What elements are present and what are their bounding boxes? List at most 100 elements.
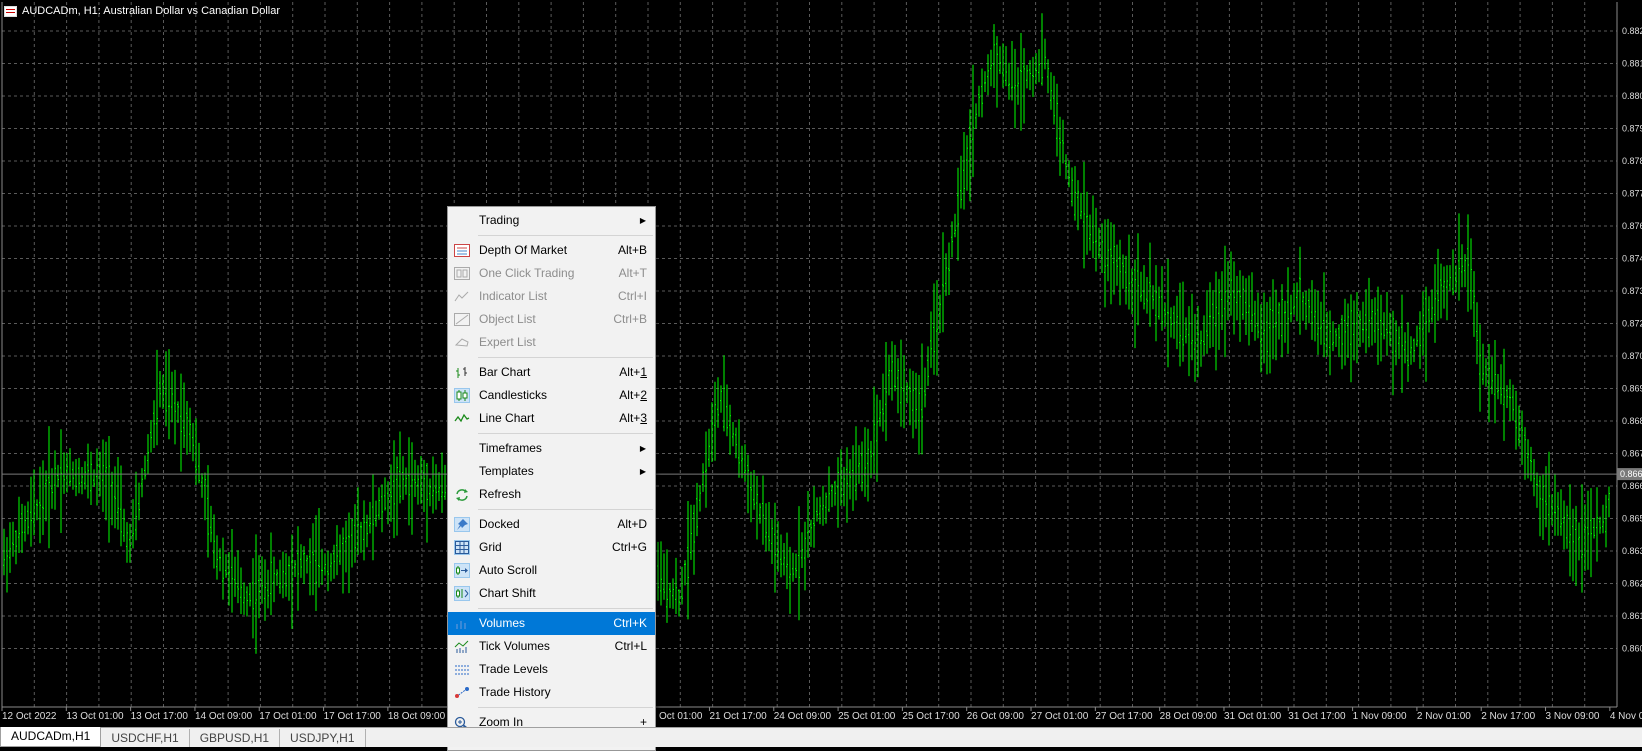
menu-item-indicator-list[interactable]: Indicator List Ctrl+I [448,285,655,308]
trade-history-icon [454,685,470,700]
grid-icon [454,540,470,555]
price-axis-label: 0.874 [1622,254,1642,264]
menu-item-refresh[interactable]: Refresh [448,483,655,506]
time-axis-label: 12 Oct 2022 [2,711,57,722]
tab-gbpusd-h1[interactable]: GBPUSD,H1 [190,729,281,747]
time-axis-label: 24 Oct 09:00 [774,711,832,722]
price-axis-label: 0.860 [1622,644,1642,654]
time-axis-label: 4 Nov 01:00 [1610,711,1642,722]
time-axis-label: 31 Oct 17:00 [1288,711,1346,722]
refresh-icon [454,487,470,502]
current-price-label: 0.866 [1620,469,1642,479]
menu-separator [478,357,653,358]
chart-context-menu: Trading ▶ Depth Of Market Alt+B One Clic… [447,206,656,751]
menu-item-depth-of-market[interactable]: Depth Of Market Alt+B [448,239,655,262]
price-axis-label: 0.881 [1622,59,1642,69]
price-axis-label: 0.878 [1622,156,1642,166]
menu-item-one-click-trading[interactable]: One Click Trading Alt+T [448,262,655,285]
price-axis-label: 0.865 [1622,514,1642,524]
menu-item-trading[interactable]: Trading ▶ [448,209,655,232]
pin-icon [454,517,470,532]
chart-area[interactable]: 0.882 0.881 0.880 0.879 0.878 0.877 0.876 0.874… [0,0,1642,727]
submenu-arrow-icon: ▶ [639,216,646,225]
menu-separator [478,509,653,510]
time-axis-label: 28 Oct 09:00 [1160,711,1218,722]
time-axis-label: 31 Oct 01:00 [1224,711,1282,722]
menu-item-volumes[interactable]: Volumes Ctrl+K [448,612,655,635]
price-axis-label: 0.862 [1622,579,1642,589]
price-axis-label: 0.868 [1622,416,1642,426]
time-axis-label: 27 Oct 01:00 [1031,711,1089,722]
indicator-list-icon [454,289,470,304]
menu-separator [478,235,653,236]
tick-volumes-icon [454,639,470,654]
menu-item-timeframes[interactable]: Timeframes ▶ [448,437,655,460]
menu-item-tick-volumes[interactable]: Tick Volumes Ctrl+L [448,635,655,658]
trade-levels-icon [454,662,470,677]
price-axis-label: 0.866 [1622,481,1642,491]
price-axis-label: 0.869 [1622,384,1642,394]
chart-shift-icon [454,586,470,601]
menu-item-templates[interactable]: Templates ▶ [448,460,655,483]
price-axis-label: 0.861 [1622,611,1642,621]
time-axis-label: 17 Oct 01:00 [259,711,317,722]
price-axis-label: 0.867 [1622,449,1642,459]
menu-item-grid[interactable]: Grid Ctrl+G [448,536,655,559]
bar-chart-icon [454,365,470,380]
time-axis-label: 17 Oct 17:00 [324,711,382,722]
menu-separator [478,707,653,708]
price-axis-label: 0.876 [1622,221,1642,231]
object-list-icon [454,312,470,327]
menu-item-trade-levels[interactable]: Trade Levels [448,658,655,681]
tab-usdchf-h1[interactable]: USDCHF,H1 [101,729,190,747]
one-click-trading-icon [454,266,470,281]
time-axis-label: 13 Oct 01:00 [66,711,124,722]
price-axis-label: 0.880 [1622,91,1642,101]
price-axis-label: 0.870 [1622,351,1642,361]
time-axis-label: 18 Oct 09:00 [388,711,446,722]
candlesticks-icon [454,388,470,403]
menu-item-expert-list[interactable]: Expert List [448,331,655,354]
price-axis-label: 0.882 [1622,26,1642,36]
tab-audcadm-h1[interactable]: AUDCADm,H1 [0,727,102,747]
expert-hat-icon [454,335,470,350]
menu-item-chart-shift[interactable]: Chart Shift [448,582,655,605]
chart-title-bar: AUDCADm, H1: Australian Dollar vs Canadi… [4,3,280,19]
price-axis-label: 0.872 [1622,319,1642,329]
chart-window-icon [4,5,17,17]
time-axis-label: 14 Oct 09:00 [195,711,253,722]
price-axis-label: 0.879 [1622,124,1642,134]
menu-item-auto-scroll[interactable]: Auto Scroll [448,559,655,582]
menu-item-docked[interactable]: Docked Alt+D [448,513,655,536]
submenu-arrow-icon: ▶ [639,444,646,453]
menu-separator [478,608,653,609]
menu-separator [478,433,653,434]
time-axis-label: 2 Nov 01:00 [1417,711,1471,722]
menu-item-bar-chart[interactable]: Bar Chart Alt+1 [448,361,655,384]
price-axis-label: 0.873 [1622,286,1642,296]
price-axis-label: 0.877 [1622,189,1642,199]
submenu-arrow-icon: ▶ [639,467,646,476]
time-axis-label: 1 Nov 09:00 [1353,711,1407,722]
chart-tabs-bar: AUDCADm,H1 USDCHF,H1 GBPUSD,H1 USDJPY,H1 [0,727,1642,747]
menu-item-candlesticks[interactable]: Candlesticks Alt+2 [448,384,655,407]
time-axis-label: 25 Oct 01:00 [838,711,896,722]
depth-of-market-icon [454,243,470,258]
price-axis-label: 0.863 [1622,546,1642,556]
time-axis-label: 2 Nov 17:00 [1481,711,1535,722]
auto-scroll-icon [454,563,470,578]
chart-title: AUDCADm, H1: Australian Dollar vs Canadi… [22,5,280,17]
time-axis-label: 27 Oct 17:00 [1095,711,1153,722]
time-axis-label: 25 Oct 17:00 [902,711,960,722]
menu-item-object-list[interactable]: Object List Ctrl+B [448,308,655,331]
tab-usdjpy-h1[interactable]: USDJPY,H1 [280,729,366,747]
price-chart[interactable]: 0.882 0.881 0.880 0.879 0.878 0.877 0.876 0.874… [0,0,1642,727]
time-axis-label: 21 Oct 17:00 [709,711,767,722]
time-axis-label: 3 Nov 09:00 [1546,711,1600,722]
time-axis-label: 13 Oct 17:00 [131,711,189,722]
menu-item-line-chart[interactable]: Line Chart Alt+3 [448,407,655,430]
time-axis-label: 26 Oct 09:00 [967,711,1025,722]
menu-item-trade-history[interactable]: Trade History [448,681,655,704]
line-chart-icon [454,411,470,426]
volumes-icon [454,616,470,631]
